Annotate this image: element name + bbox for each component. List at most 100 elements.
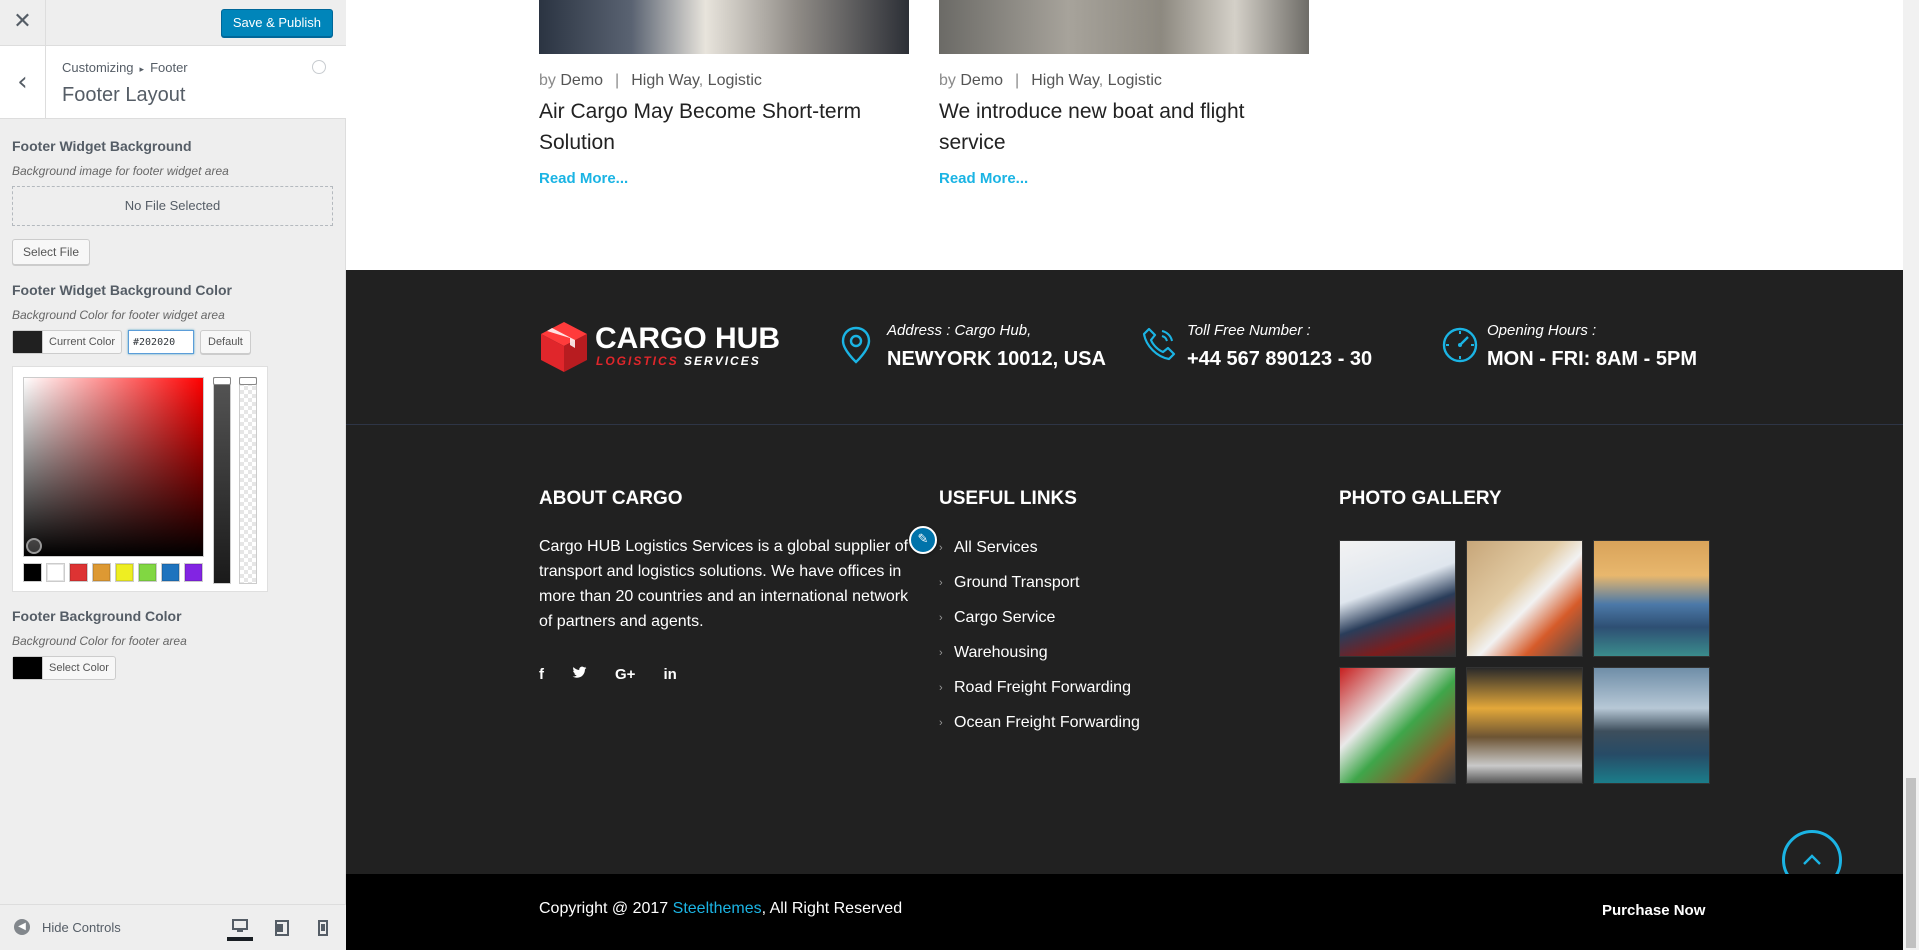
footer-link-label: Cargo Service xyxy=(954,608,1056,626)
read-more-link[interactable]: Read More... xyxy=(939,170,1028,187)
palette-swatch[interactable] xyxy=(184,563,203,582)
social-links: f G+ in xyxy=(539,666,677,683)
post-category[interactable]: High Way xyxy=(1031,72,1099,89)
post-image[interactable] xyxy=(939,0,1309,54)
footer-link-item[interactable]: › Road Freight Forwarding xyxy=(939,670,1140,705)
palette-swatch[interactable] xyxy=(69,563,88,582)
widget-bg-title: Footer Widget Background xyxy=(12,138,192,154)
facebook-icon[interactable]: f xyxy=(539,666,544,683)
about-heading: ABOUT CARGO xyxy=(539,488,683,509)
post-title[interactable]: Air Cargo May Become Short-term Solution xyxy=(539,96,909,158)
post-meta: by Demo | High Way, Logistic xyxy=(939,72,1162,89)
site-preview: by Demo | High Way, Logistic Air Cargo May… xyxy=(346,0,1906,950)
saturation-area[interactable] xyxy=(23,377,204,557)
footer-link-item[interactable]: › Cargo Service xyxy=(939,600,1140,635)
location-pin-icon xyxy=(841,326,871,364)
linkedin-icon[interactable]: in xyxy=(663,666,676,683)
footer-link-label: Warehousing xyxy=(954,643,1048,661)
desktop-preview-icon[interactable] xyxy=(227,915,253,941)
footer-link-item[interactable]: › Ocean Freight Forwarding xyxy=(939,705,1140,740)
palette-swatch[interactable] xyxy=(115,563,134,582)
alpha-slider[interactable] xyxy=(239,377,257,584)
logo-subtitle-red: LOGISTICS xyxy=(596,354,679,368)
gallery-photo-cargo-ship[interactable] xyxy=(1593,667,1710,784)
gallery-photo-airplane-ship[interactable] xyxy=(1339,540,1456,657)
footer-link-item[interactable]: › Warehousing xyxy=(939,635,1140,670)
edit-shortcut-pencil-icon[interactable]: ✎ xyxy=(909,526,937,554)
footer-color-swatch xyxy=(13,657,43,679)
tablet-preview-icon[interactable] xyxy=(269,915,295,941)
palette-swatch[interactable] xyxy=(161,563,180,582)
photo-gallery-heading: PHOTO GALLERY xyxy=(1339,488,1502,509)
post-category[interactable]: Logistic xyxy=(1108,72,1162,89)
post-category[interactable]: Logistic xyxy=(708,72,762,89)
address-label: Address : Cargo Hub, xyxy=(887,322,1032,339)
post-image[interactable] xyxy=(539,0,909,54)
save-publish-button[interactable]: Save & Publish xyxy=(220,9,333,37)
purchase-now-link[interactable]: Purchase Now xyxy=(1602,902,1705,919)
breadcrumb-section: Footer xyxy=(150,60,188,75)
clock-icon xyxy=(1442,327,1478,363)
chevron-right-icon: › xyxy=(939,716,943,729)
footer-link-item[interactable]: › All Services xyxy=(939,530,1140,565)
default-color-button[interactable]: Default xyxy=(200,330,251,354)
footer-bg-color-description: Background Color for footer area xyxy=(12,634,187,648)
site-logo[interactable]: CARGO HUB LOGISTICS SERVICES xyxy=(539,320,780,374)
palette-swatch[interactable] xyxy=(46,563,65,582)
post-author[interactable]: Demo xyxy=(960,72,1003,89)
gallery-photo-port-crane[interactable] xyxy=(1593,540,1710,657)
footer-link-label: Ocean Freight Forwarding xyxy=(954,713,1140,731)
back-chevron-icon[interactable]: ‹ xyxy=(0,46,46,119)
logo-subtitle: LOGISTICS SERVICES xyxy=(596,354,761,368)
twitter-icon[interactable] xyxy=(572,666,587,683)
hours-value: MON - FRI: 8AM - 5PM xyxy=(1487,348,1697,370)
palette-swatch[interactable] xyxy=(138,563,157,582)
hide-controls-button[interactable]: ◀ Hide Controls xyxy=(14,919,121,935)
widget-bg-color-title: Footer Widget Background Color xyxy=(12,282,232,298)
useful-links-heading: USEFUL LINKS xyxy=(939,488,1077,509)
no-file-placeholder: No File Selected xyxy=(12,186,333,226)
picker-handle[interactable] xyxy=(26,538,42,554)
select-color-button[interactable]: Select Color xyxy=(12,656,116,680)
post-author[interactable]: Demo xyxy=(560,72,603,89)
chevron-up-icon xyxy=(1803,854,1821,865)
hours-label: Opening Hours : xyxy=(1487,322,1597,339)
close-icon[interactable]: ✕ xyxy=(0,0,46,46)
hue-slider[interactable] xyxy=(213,377,231,584)
breadcrumb: Customizing ▸ Footer xyxy=(62,60,188,75)
gallery-photo-forklift-boxes[interactable] xyxy=(1466,540,1583,657)
copyright-suffix: , All Right Reserved xyxy=(761,900,903,917)
photo-gallery xyxy=(1339,540,1710,784)
palette-swatch[interactable] xyxy=(23,563,42,582)
current-color-swatch xyxy=(13,331,43,353)
chevron-right-icon: › xyxy=(939,646,943,659)
breadcrumb-parent: Customizing xyxy=(62,60,134,75)
chevron-right-icon: › xyxy=(939,681,943,694)
read-more-link[interactable]: Read More... xyxy=(539,170,628,187)
color-palette xyxy=(23,563,203,582)
post-title[interactable]: We introduce new boat and flight service xyxy=(939,96,1309,158)
steelthemes-link[interactable]: Steelthemes xyxy=(673,900,762,917)
logo-subtitle-white: SERVICES xyxy=(684,354,761,368)
scrollbar-thumb[interactable] xyxy=(1906,778,1916,948)
footer-link-item[interactable]: › Ground Transport xyxy=(939,565,1140,600)
copyright-text: Copyright @ 2017 Steelthemes, All Right … xyxy=(539,900,902,918)
preview-scrollbar[interactable] xyxy=(1903,0,1919,950)
about-text: Cargo HUB Logistics Services is a global… xyxy=(539,538,909,630)
current-color-button[interactable]: Current Color xyxy=(12,330,123,354)
gallery-photo-warehouse[interactable] xyxy=(1466,667,1583,784)
palette-swatch[interactable] xyxy=(92,563,111,582)
mobile-preview-icon[interactable] xyxy=(310,915,336,941)
useful-links-list: › All Services › Ground Transport › Cargo Ser… xyxy=(939,530,1140,740)
current-color-label: Current Color xyxy=(49,336,116,348)
select-file-button[interactable]: Select File xyxy=(12,239,91,265)
customizer-header: ✕ Save & Publish xyxy=(0,0,346,46)
post-category[interactable]: High Way xyxy=(631,72,699,89)
alpha-knob[interactable] xyxy=(239,377,257,385)
help-icon[interactable] xyxy=(312,60,326,74)
hex-color-input[interactable] xyxy=(128,330,194,354)
hue-knob[interactable] xyxy=(213,377,231,385)
gallery-photo-workers[interactable] xyxy=(1339,667,1456,784)
customizer-footer: ◀ Hide Controls xyxy=(0,904,346,950)
google-plus-icon[interactable]: G+ xyxy=(615,666,635,683)
